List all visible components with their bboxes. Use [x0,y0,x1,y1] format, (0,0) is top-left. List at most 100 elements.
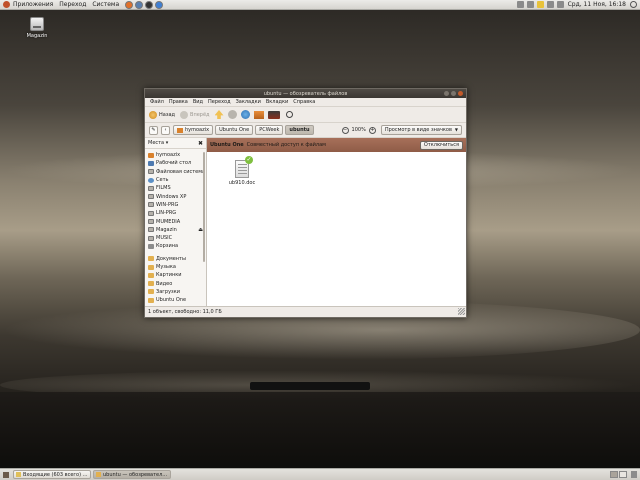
reload-icon[interactable] [240,110,250,119]
mail-tray-icon[interactable] [546,1,554,8]
menu-edit[interactable]: Правка [169,99,188,105]
menu-bookmarks[interactable]: Закладки [236,99,261,105]
sidebar-item-films[interactable]: FILMS [148,184,206,192]
sidebar-item-trash[interactable]: Корзина [148,242,206,250]
home-folder-icon [148,152,154,158]
sidebar-scrollbar[interactable] [203,152,205,262]
window-body: Места ▾ ✖ hymoazix Рабочий стол Файловая… [145,138,466,306]
breadcrumb-left-arrow-icon[interactable]: ‹ [161,125,170,135]
sidebar-item-downloads[interactable]: Загрузки [148,288,206,296]
drive-icon [148,169,154,175]
back-label: Назад [159,111,176,118]
forward-button[interactable]: Вперёд [180,110,210,119]
sidebar-item-windows-xp[interactable]: Windows XP [148,192,206,200]
maximize-button[interactable] [451,91,456,96]
taskbar-item-file-manager[interactable]: ubuntu — обозревател... [93,470,171,479]
breadcrumb-ubuntu[interactable]: ubuntu [285,125,314,135]
ubuntu-logo-icon[interactable] [3,1,10,8]
breadcrumb-ubuntu-one[interactable]: Ubuntu One [215,125,254,135]
sidebar-item-ubuntu-one[interactable]: Ubuntu One [148,296,206,304]
sidebar-item-label: Рабочий стол [156,160,192,167]
sidebar-item-pictures[interactable]: Картинки [148,271,206,279]
breadcrumb-home[interactable]: hymoazix [173,125,214,135]
ubuntu-one-banner: Ubuntu One Совместный доступ к файлам От… [207,138,466,152]
close-button[interactable] [458,91,463,96]
sidebar-item-home[interactable]: hymoazix [148,151,206,159]
back-button[interactable]: Назад [149,110,176,119]
taskbar-item-mail[interactable]: Входящие (603 всего) ... [13,470,91,479]
minimize-button[interactable] [444,91,449,96]
view-mode-select[interactable]: Просмотр в виде значков ▼ [380,125,462,135]
computer-icon[interactable] [267,110,280,119]
network-status-icon[interactable] [526,1,534,8]
drive-icon [148,202,154,208]
mail-launcher-icon[interactable] [135,0,144,9]
clock[interactable]: Срд, 11 Ноя, 16:18 [568,1,626,8]
show-desktop-icon[interactable] [3,471,9,478]
sidebar-item-win-prg[interactable]: WIN-PRG [148,201,206,209]
task-label: Входящие (603 всего) ... [23,471,88,478]
folder-icon [148,264,154,270]
edit-location-icon[interactable]: ✎ [149,125,158,135]
breadcrumb-pcweek[interactable]: PCWeek [255,125,284,135]
sidebar-item-magazin[interactable]: Magazin ⏏ [148,226,206,234]
home-icon[interactable] [253,110,264,119]
sidebar-item-music-folder[interactable]: Музыка [148,263,206,271]
sidebar-item-label: Ubuntu One [156,297,187,304]
drive-icon [148,210,154,216]
search-icon[interactable] [285,111,293,118]
sidebar-mode-select[interactable]: Места ▾ [148,140,168,146]
menu-view[interactable]: Вид [193,99,203,105]
zoom-in-icon[interactable]: + [368,126,376,134]
menu-file[interactable]: Файл [150,99,164,105]
resize-grip-icon[interactable] [458,308,465,315]
help-launcher-icon[interactable] [155,0,164,9]
file-item[interactable]: ✓ ub910.doc [227,156,257,186]
window-title: ubuntu — обозреватель файлов [263,90,348,97]
menu-system[interactable]: Система [92,1,119,8]
sidebar-places: hymoazix Рабочий стол Файловая система С… [145,149,206,304]
sidebar-item-mumedia[interactable]: MUMEDIA [148,217,206,225]
sidebar-item-label: WIN-PRG [156,201,179,208]
sidebar-item-filesystem[interactable]: Файловая система [148,168,206,176]
power-icon[interactable] [630,1,637,8]
drive-icon [30,17,44,31]
system-tray: Срд, 11 Ноя, 16:18 [514,1,640,8]
menu-places[interactable]: Переход [59,1,86,8]
desktop-drive-magazin[interactable]: Magazin [24,17,50,39]
workspace-2[interactable] [619,471,627,478]
cloud-icon[interactable] [516,1,524,8]
menu-go[interactable]: Переход [208,99,231,105]
trash-icon [148,243,154,249]
menu-tabs[interactable]: Вкладки [266,99,288,105]
window-titlebar[interactable]: ubuntu — обозреватель файлов [145,89,466,98]
sidebar-item-network[interactable]: Сеть [148,176,206,184]
file-view[interactable]: Ubuntu One Совместный доступ к файлам От… [207,138,466,306]
notes-icon[interactable] [536,1,544,8]
sidebar-item-label: Музыка [156,264,176,270]
volume-icon[interactable] [556,1,564,8]
trash-icon[interactable] [631,471,637,478]
disconnect-button[interactable]: Отключиться [419,140,463,150]
workspace-1[interactable] [610,471,618,478]
sidebar-item-documents[interactable]: Документы [148,255,206,263]
sidebar-item-videos[interactable]: Видео [148,279,206,287]
main-toolbar: Назад Вперёд [145,107,466,123]
firefox-launcher-icon[interactable] [125,0,134,9]
sidebar-item-desktop[interactable]: Рабочий стол [148,159,206,167]
back-arrow-icon [149,110,157,119]
menu-applications[interactable]: Приложения [13,1,53,8]
task-label: ubuntu — обозревател... [103,471,168,478]
sidebar-item-music[interactable]: MUSIC [148,234,206,242]
folder-icon [148,289,154,295]
sidebar-item-label: Сеть [156,177,169,184]
sidebar-item-lin-prg[interactable]: LIN-PRG [148,209,206,217]
terminal-launcher-icon[interactable] [145,0,154,9]
top-panel: Приложения Переход Система Срд, 11 Ноя, … [0,0,640,10]
menu-help[interactable]: Справка [293,99,315,105]
stop-icon[interactable] [227,110,237,119]
banner-subtitle: Совместный доступ к файлам [246,142,326,148]
close-sidebar-icon[interactable]: ✖ [198,140,203,147]
zoom-out-icon[interactable]: − [341,126,349,134]
up-icon[interactable] [214,110,224,119]
